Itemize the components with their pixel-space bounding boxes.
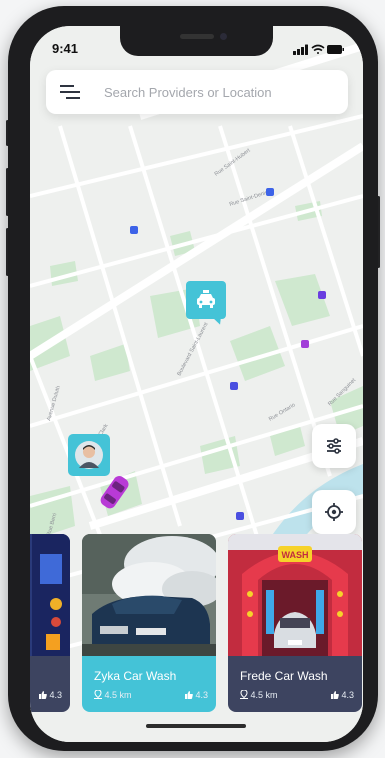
thumbs-up-icon xyxy=(38,691,47,699)
provider-photo xyxy=(30,534,70,656)
thumbs-up-icon xyxy=(330,691,339,699)
signal-icon xyxy=(293,44,308,55)
search-input[interactable] xyxy=(104,82,334,102)
taxi-icon xyxy=(197,290,215,308)
notch xyxy=(120,26,273,56)
phone-frame: Rue Saint-Hubert Boulevard Saint-Laurent… xyxy=(8,6,378,751)
camera xyxy=(220,33,227,40)
provider-pin[interactable] xyxy=(301,340,309,348)
provider-rating: 4.3 xyxy=(184,690,208,700)
provider-pin[interactable] xyxy=(130,226,138,234)
provider-pin[interactable] xyxy=(236,512,244,520)
provider-rating: 4.3 xyxy=(38,690,62,700)
distance-value: 4.5 km xyxy=(250,690,278,700)
rating-value: 4.3 xyxy=(195,690,208,700)
provider-info: Zyka Car Wash 4.5 km 4.3 xyxy=(82,656,216,712)
locate-icon xyxy=(325,503,343,521)
rating-value: 4.3 xyxy=(49,690,62,700)
provider-info: 4.3 xyxy=(30,656,70,712)
screen: Rue Saint-Hubert Boulevard Saint-Laurent… xyxy=(30,26,363,742)
provider-distance: 4.5 km xyxy=(240,689,278,700)
locate-me-button[interactable] xyxy=(312,490,356,534)
svg-text:WASH: WASH xyxy=(282,550,309,560)
provider-name: Zyka Car Wash xyxy=(94,669,177,683)
menu-icon[interactable] xyxy=(60,85,80,99)
speaker xyxy=(180,34,214,39)
provider-card[interactable]: 4.3 xyxy=(30,534,70,712)
search-bar xyxy=(46,70,348,114)
location-icon xyxy=(240,689,248,699)
home-indicator[interactable] xyxy=(146,724,246,728)
status-icons xyxy=(293,42,345,55)
thumbs-up-icon xyxy=(184,691,193,699)
rating-value: 4.3 xyxy=(341,690,354,700)
status-time: 9:41 xyxy=(52,41,79,56)
provider-distance: 4.5 km xyxy=(94,689,132,700)
distance-value: 4.5 km xyxy=(104,690,132,700)
taxi-marker[interactable] xyxy=(186,281,226,331)
provider-info: Frede Car Wash 4.5 km 4.3 xyxy=(228,656,362,712)
wifi-icon xyxy=(311,44,325,54)
location-icon xyxy=(94,689,102,699)
provider-pin[interactable] xyxy=(230,382,238,390)
avatar xyxy=(75,441,103,469)
provider-card[interactable]: Zyka Car Wash 4.5 km 4.3 xyxy=(82,534,216,712)
provider-pin[interactable] xyxy=(266,188,274,196)
battery-icon xyxy=(327,45,344,54)
filter-button[interactable] xyxy=(312,424,356,468)
status-bar: 9:41 xyxy=(30,26,363,66)
provider-card[interactable]: WASH Frede Car Wash 4.5 km 4.3 xyxy=(228,534,362,712)
provider-rating: 4.3 xyxy=(330,690,354,700)
car-icon xyxy=(100,476,129,509)
provider-pin[interactable] xyxy=(318,291,326,299)
provider-photo: WASH xyxy=(228,534,362,656)
provider-photo xyxy=(82,534,216,656)
provider-name: Frede Car Wash xyxy=(240,669,328,683)
filter-icon xyxy=(327,438,341,454)
